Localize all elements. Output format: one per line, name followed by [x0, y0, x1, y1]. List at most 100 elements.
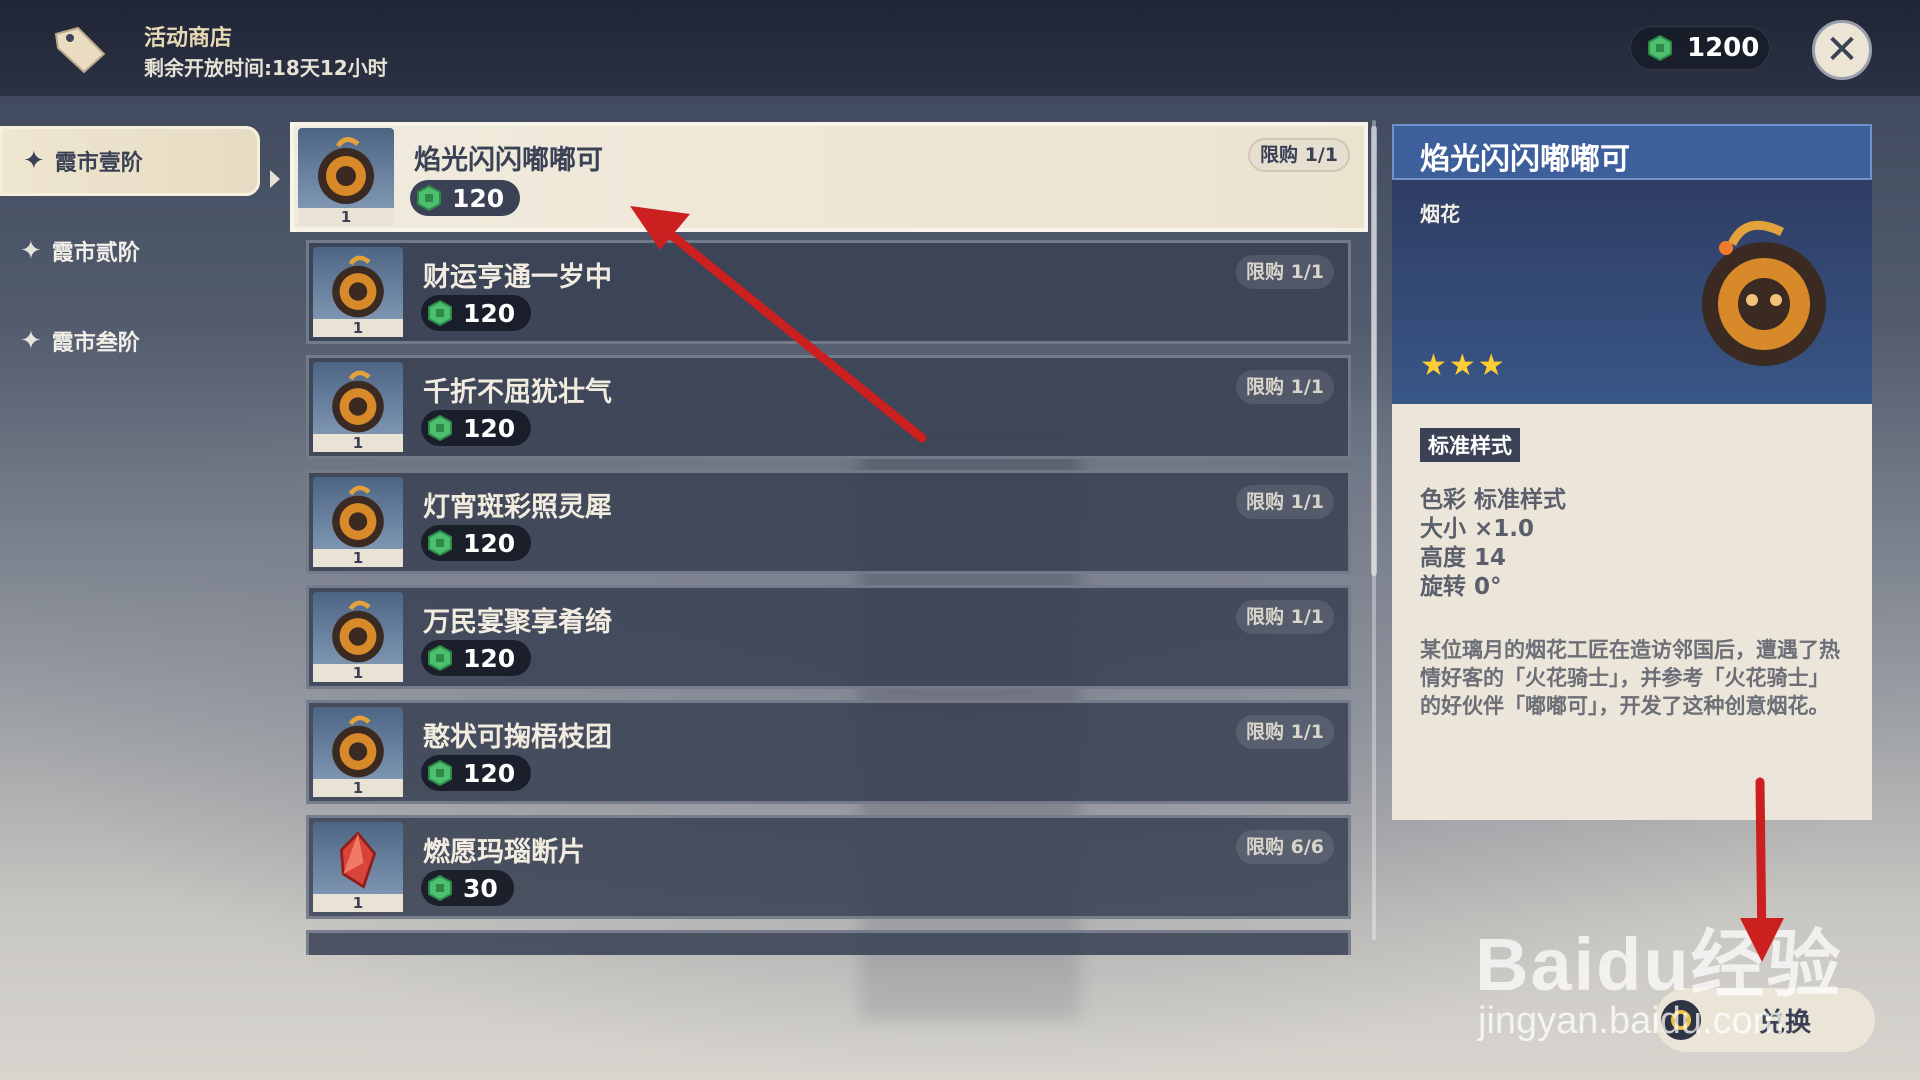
- attr-height: 高度 14: [1420, 545, 1507, 571]
- tag-icon: [50, 24, 108, 74]
- item-price: 120: [421, 755, 532, 791]
- detail-title: 焰光闪闪嘟嘟可: [1420, 142, 1630, 177]
- top-bar: 活动商店 剩余开放时间:18天12小时 1200 ✕: [0, 0, 1920, 96]
- item-name: 千折不屈犹壮气: [423, 377, 612, 408]
- coin-icon: [428, 415, 452, 441]
- agate-shard-icon: [339, 831, 377, 889]
- sidebar-item-label: 霞市叁阶: [51, 331, 140, 356]
- item-price-value: 120: [463, 528, 516, 558]
- item-thumbnail: 1: [313, 247, 403, 337]
- item-price: 120: [410, 180, 521, 216]
- sidebar-item-tier-1[interactable]: ✦ 霞市壹阶: [0, 126, 260, 196]
- sidebar-item-tier-3[interactable]: ✦ 霞市叁阶: [0, 306, 260, 376]
- rarity-stars: ★★★: [1420, 348, 1507, 383]
- list-item[interactable]: 1 焰光闪闪嘟嘟可 120 限购 1/1: [290, 122, 1368, 232]
- sidebar-item-tier-2[interactable]: ✦ 霞市贰阶: [0, 216, 260, 286]
- purchase-limit: 限购 6/6: [1236, 830, 1334, 864]
- item-name: 燃愿玛瑙断片: [423, 837, 585, 868]
- watermark-url: jingyan.baidu.com: [1478, 1000, 1785, 1042]
- list-item[interactable]: 1 万民宴聚享肴绮 120 限购 1/1: [306, 585, 1351, 689]
- firework-bomb-icon: [332, 715, 384, 778]
- item-list[interactable]: 1 焰光闪闪嘟嘟可 120 限购 1/1 1 财运亨通一岁中 120 限购 1/…: [290, 120, 1380, 955]
- sparkle-icon: ✦: [23, 146, 45, 176]
- purchase-limit: 限购 1/1: [1236, 485, 1334, 519]
- detail-description: 某位璃月的烟花工匠在造访邻国后，遭遇了热情好客的「火花骑士」，并参考「火花骑士」…: [1420, 638, 1840, 718]
- item-quantity: 1: [313, 779, 403, 797]
- purchase-limit: 限购 1/1: [1236, 715, 1334, 749]
- item-price: 120: [421, 525, 532, 561]
- item-name: 憨状可掬梧枝团: [423, 722, 612, 753]
- list-scroll-thumb[interactable]: [1371, 126, 1377, 576]
- item-name: 焰光闪闪嘟嘟可: [414, 145, 603, 176]
- attr-rotation: 旋转 0°: [1420, 574, 1502, 600]
- list-item[interactable]: 1 燃愿玛瑙断片 30 限购 6/6: [306, 815, 1351, 919]
- item-price-value: 120: [463, 413, 516, 443]
- selection-arrow-icon: [270, 170, 280, 188]
- item-quantity: 1: [313, 894, 403, 912]
- item-thumbnail: 1: [313, 822, 403, 912]
- list-item[interactable]: 1 灯宵斑彩照灵犀 120 限购 1/1: [306, 470, 1351, 574]
- coin-icon: [417, 185, 441, 211]
- coin-icon: [428, 760, 452, 786]
- firework-bomb-icon: [318, 137, 374, 204]
- item-price-value: 120: [463, 643, 516, 673]
- detail-attributes: 色彩 标准样式 大小 ×1.0 高度 14 旋转 0°: [1420, 486, 1566, 602]
- coin-icon: [1648, 35, 1672, 61]
- firework-bomb-icon: [1702, 220, 1826, 366]
- sparkle-icon: ✦: [20, 326, 42, 356]
- item-price-value: 120: [463, 758, 516, 788]
- shop-timer: 剩余开放时间:18天12小时: [144, 56, 388, 80]
- attr-size: 大小 ×1.0: [1420, 516, 1535, 542]
- item-price-value: 30: [463, 873, 498, 903]
- purchase-limit: 限购 1/1: [1248, 138, 1350, 172]
- firework-bomb-icon: [332, 485, 384, 548]
- item-detail-panel: 焰光闪闪嘟嘟可 烟花 ★★★ 标准样式 色彩 标准样式 大小 ×1.0 高度 1…: [1392, 124, 1872, 820]
- detail-category: 烟花: [1420, 202, 1460, 226]
- item-thumbnail: 1: [313, 707, 403, 797]
- close-button[interactable]: ✕: [1812, 20, 1872, 80]
- coin-icon: [428, 645, 452, 671]
- firework-bomb-icon: [332, 600, 384, 663]
- sidebar-item-label: 霞市壹阶: [54, 151, 143, 176]
- item-thumbnail: 1: [313, 362, 403, 452]
- item-thumbnail: 1: [298, 128, 394, 226]
- item-quantity: 1: [313, 319, 403, 337]
- coin-icon: [428, 300, 452, 326]
- item-name: 财运亨通一岁中: [423, 262, 612, 293]
- detail-body: 标准样式 色彩 标准样式 大小 ×1.0 高度 14 旋转 0° 某位璃月的烟花…: [1392, 404, 1872, 820]
- item-price: 30: [421, 870, 514, 906]
- close-icon: ✕: [1825, 27, 1859, 73]
- item-name: 万民宴聚享肴绮: [423, 607, 612, 638]
- currency-display: 1200: [1630, 26, 1770, 70]
- style-badge: 标准样式: [1420, 428, 1520, 462]
- item-price-value: 120: [452, 183, 505, 213]
- item-thumbnail: 1: [313, 592, 403, 682]
- item-quantity: 1: [298, 208, 394, 226]
- shop-title: 活动商店: [144, 26, 233, 51]
- sidebar-item-label: 霞市贰阶: [51, 241, 140, 266]
- item-quantity: 1: [313, 664, 403, 682]
- item-thumbnail: 1: [313, 477, 403, 567]
- item-price: 120: [421, 640, 532, 676]
- list-item-partial[interactable]: [306, 930, 1351, 955]
- list-item[interactable]: 1 憨状可掬梧枝团 120 限购 1/1: [306, 700, 1351, 804]
- item-name: 灯宵斑彩照灵犀: [423, 492, 612, 523]
- item-quantity: 1: [313, 434, 403, 452]
- attr-color: 色彩 标准样式: [1420, 487, 1567, 513]
- item-price: 120: [421, 295, 532, 331]
- detail-header: 焰光闪闪嘟嘟可: [1392, 124, 1872, 180]
- coin-icon: [428, 530, 452, 556]
- list-item[interactable]: 1 财运亨通一岁中 120 限购 1/1: [306, 240, 1351, 344]
- watermark-logo: Baidu经验: [1475, 923, 1843, 1006]
- firework-bomb-icon: [332, 370, 384, 433]
- currency-value: 1200: [1687, 33, 1760, 63]
- firework-bomb-icon: [332, 255, 384, 318]
- sparkle-icon: ✦: [20, 236, 42, 266]
- item-price-value: 120: [463, 298, 516, 328]
- coin-icon: [428, 875, 452, 901]
- purchase-limit: 限购 1/1: [1236, 600, 1334, 634]
- list-item[interactable]: 1 千折不屈犹壮气 120 限购 1/1: [306, 355, 1351, 459]
- item-price: 120: [421, 410, 532, 446]
- purchase-limit: 限购 1/1: [1236, 255, 1334, 289]
- purchase-limit: 限购 1/1: [1236, 370, 1334, 404]
